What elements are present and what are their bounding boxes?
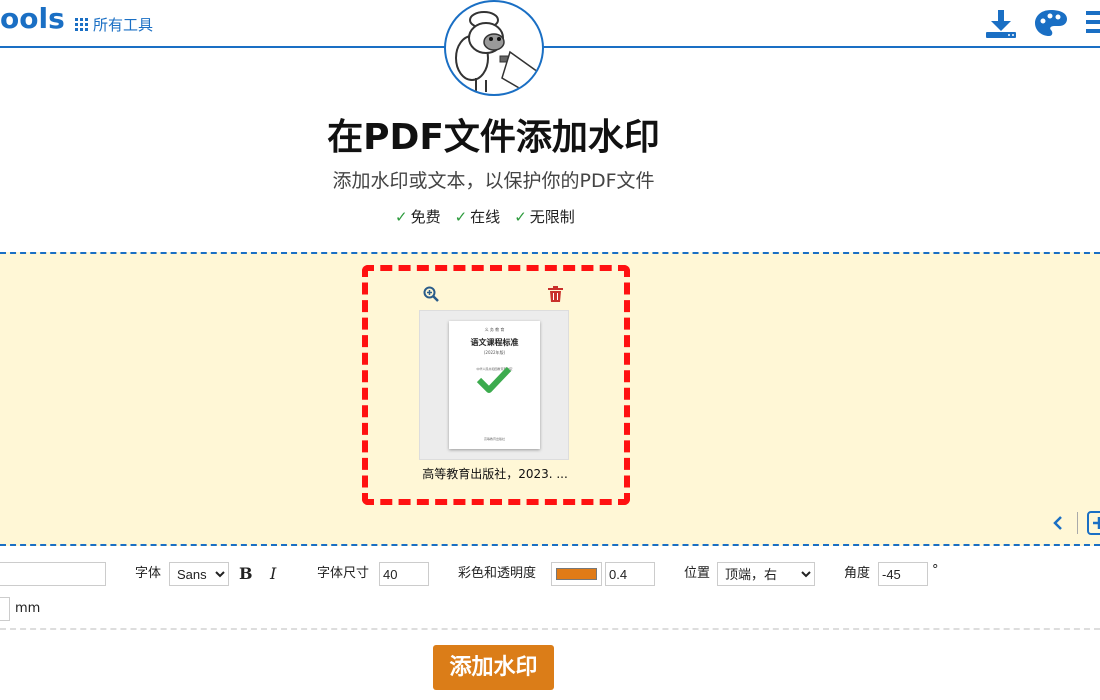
margin-unit-label: mm [15,601,41,616]
all-tools-label: 所有工具 [93,16,154,34]
header-divider [0,46,1100,48]
sheep-mascot-icon [455,11,539,94]
palette-icon[interactable] [1034,8,1068,38]
font-size-label: 字体尺寸 [317,566,370,581]
watermark-text-input[interactable] [0,562,106,586]
menu-icon[interactable] [1086,8,1100,36]
watermark-options: 字体 Sans B I 字体尺寸 彩色和透明度 位置 顶端，右 角度 ° [0,562,1100,588]
page: ools 所有工具 在PDF文件添加水印 添加水印或文本，以保护你的PDF文件 … [0,0,1100,700]
font-size-input[interactable] [379,562,429,586]
all-tools-link[interactable]: 所有工具 [75,14,153,35]
angle-label: 角度 [844,566,871,581]
italic-button[interactable]: I [270,562,276,586]
document-page: 义 务 教 育 语文课程标准 (2022年版) 中华人民共和国教育部制定 高等教… [449,321,540,449]
chevron-left-icon[interactable] [1052,514,1064,532]
feature-item: ✓ 在线 [454,208,501,226]
color-picker[interactable] [551,562,602,586]
position-label: 位置 [684,566,711,581]
check-icon: ✓ [454,208,468,226]
check-icon: ✓ [514,208,527,226]
file-name: 高等教育出版社，2023. ... [422,467,568,481]
color-opacity-label: 彩色和透明度 [458,566,537,581]
font-label: 字体 [135,566,162,581]
feature-list: ✓ 免费 ✓ 在线 ✓ 无限制 [395,206,575,227]
zoom-in-icon[interactable] [423,286,439,302]
checkmark-icon [476,366,512,393]
add-file-icon[interactable] [1087,511,1100,535]
opacity-input[interactable] [605,562,655,586]
file-thumbnail[interactable]: 义 务 教 育 语文课程标准 (2022年版) 中华人民共和国教育部制定 高等教… [419,310,569,460]
degree-symbol: ° [932,563,939,578]
download-icon[interactable] [985,8,1017,40]
font-select[interactable]: Sans [169,562,229,586]
nav-separator [1077,512,1078,534]
check-icon: ✓ [395,208,408,226]
angle-input[interactable] [878,562,928,586]
grid-icon [75,18,88,31]
page-subtitle: 添加水印或文本，以保护你的PDF文件 [332,170,655,192]
trash-icon[interactable] [548,286,563,302]
options-divider [0,628,1100,630]
bold-button[interactable]: B [239,562,253,586]
site-logo[interactable]: ools [0,2,65,35]
add-watermark-button[interactable]: 添加水印 [433,645,554,690]
position-select[interactable]: 顶端，右 [717,562,815,586]
mascot-logo[interactable] [444,0,544,96]
margin-input[interactable] [0,597,10,621]
feature-item: ✓ 无限制 [514,208,575,226]
color-swatch [556,568,597,580]
feature-item: ✓ 免费 [395,208,441,226]
page-title: 在PDF文件添加水印 [327,117,660,158]
